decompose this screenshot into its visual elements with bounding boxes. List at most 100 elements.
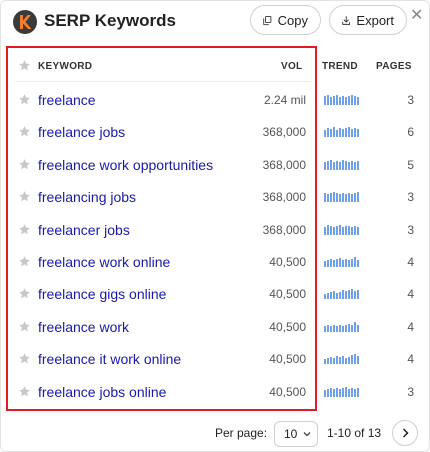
keyword-volume: 368,000	[262, 190, 306, 205]
trend-bar	[354, 388, 356, 397]
column-header-pages[interactable]: PAGES	[376, 61, 412, 72]
star-icon[interactable]	[18, 385, 31, 403]
trend-bar	[327, 358, 329, 365]
next-page-button[interactable]	[392, 420, 418, 446]
trend-bar	[324, 294, 326, 300]
per-page-select[interactable]: 10	[274, 421, 318, 447]
chevron-down-icon	[303, 432, 311, 437]
trend-bar	[333, 260, 335, 267]
star-icon[interactable]	[18, 158, 31, 176]
keyword-link[interactable]: freelance it work online	[38, 351, 181, 367]
trend-bar	[354, 321, 356, 332]
trend-bar	[339, 388, 341, 397]
keyword-link[interactable]: freelance gigs online	[38, 286, 166, 302]
trend-bar	[348, 357, 350, 365]
keyword-volume: 40,500	[269, 255, 306, 269]
trend-bar	[345, 97, 347, 105]
trend-bar	[339, 194, 341, 203]
star-icon[interactable]	[18, 287, 31, 305]
keyword-volume: 368,000	[262, 157, 306, 172]
star-icon[interactable]	[18, 352, 31, 370]
trend-bar	[348, 323, 350, 332]
trend-bar	[357, 226, 359, 235]
keyword-volume: 40,500	[269, 352, 306, 367]
trend-bar	[342, 159, 344, 170]
keyword-link[interactable]: freelancing jobs	[38, 189, 136, 205]
copy-button[interactable]: Copy	[250, 5, 321, 35]
keyword-link[interactable]: freelance work	[38, 319, 129, 335]
trend-bar	[342, 290, 344, 300]
trend-bar	[348, 388, 350, 397]
serp-keywords-panel: SERP Keywords Copy Export ✕ KEYWORD VOL …	[0, 0, 430, 452]
table-header: KEYWORD VOL TREND PAGES	[1, 53, 430, 81]
trend-bar	[357, 387, 359, 397]
keyword-pages: 6	[407, 125, 414, 140]
panel-header: SERP Keywords Copy Export ✕	[1, 1, 430, 43]
trend-bar	[351, 259, 353, 267]
export-button[interactable]: Export	[329, 5, 407, 35]
trend-bar	[339, 97, 341, 105]
trend-bar	[330, 225, 332, 235]
star-icon[interactable]	[18, 93, 31, 111]
keyword-link[interactable]: freelance	[38, 92, 96, 108]
keyword-link[interactable]: freelancer jobs	[38, 222, 130, 238]
keyword-link[interactable]: freelance work opportunities	[38, 157, 213, 173]
column-header-keyword[interactable]: KEYWORD	[38, 61, 92, 72]
trend-bar	[342, 96, 344, 105]
trend-bar	[339, 324, 341, 332]
close-icon[interactable]: ✕	[410, 5, 423, 25]
star-icon[interactable]	[18, 223, 31, 241]
trend-bar	[348, 96, 350, 105]
trend-bar	[336, 325, 338, 332]
trend-bar	[342, 226, 344, 235]
star-icon[interactable]	[18, 190, 31, 208]
trend-bar	[327, 224, 329, 235]
trend-bar	[357, 290, 359, 300]
trend-bar	[354, 193, 356, 203]
trend-sparkline	[324, 289, 360, 300]
table-row: freelancing jobs 368,000 3	[1, 181, 430, 213]
trend-bar	[327, 388, 329, 397]
trend-bar	[333, 192, 335, 203]
keyword-pages: 4	[407, 352, 414, 367]
table-row: freelancer jobs 368,000 3	[1, 214, 430, 246]
trend-bar	[324, 261, 326, 267]
trend-bar	[348, 193, 350, 203]
keyword-volume: 40,500	[269, 384, 306, 399]
trend-bar	[336, 356, 338, 365]
per-page-label: Per page:	[215, 426, 268, 440]
trend-bar	[336, 193, 338, 203]
trend-bar	[345, 386, 347, 397]
trend-bar	[327, 260, 329, 267]
star-icon[interactable]	[18, 320, 31, 338]
keywords-everywhere-logo-icon	[13, 10, 37, 34]
column-header-vol[interactable]: VOL	[281, 61, 302, 72]
trend-bar	[354, 354, 356, 365]
trend-bar	[357, 192, 359, 203]
keyword-link[interactable]: freelance jobs online	[38, 384, 166, 400]
trend-bar	[324, 226, 326, 235]
trend-sparkline	[324, 224, 360, 235]
trend-bar	[357, 160, 359, 170]
trend-bar	[354, 291, 356, 300]
trend-bar	[345, 194, 347, 203]
star-icon[interactable]	[18, 59, 31, 72]
table-row: freelance jobs online 40,500 3	[1, 376, 430, 408]
header-divider	[15, 81, 311, 82]
star-icon[interactable]	[18, 125, 31, 143]
trend-bar	[351, 160, 353, 170]
trend-bar	[339, 292, 341, 300]
trend-bar	[354, 128, 356, 138]
trend-bar	[351, 289, 353, 300]
trend-bar	[333, 324, 335, 332]
copy-icon	[263, 15, 272, 25]
trend-bar	[333, 127, 335, 138]
star-icon[interactable]	[18, 255, 31, 273]
keyword-link[interactable]: freelance work online	[38, 254, 170, 270]
trend-bar	[330, 97, 332, 105]
trend-bar	[330, 387, 332, 397]
trend-sparkline	[324, 257, 360, 267]
keyword-link[interactable]: freelance jobs	[38, 124, 125, 140]
trend-bar	[336, 387, 338, 397]
table-row: freelance gigs online 40,500 4	[1, 278, 430, 310]
